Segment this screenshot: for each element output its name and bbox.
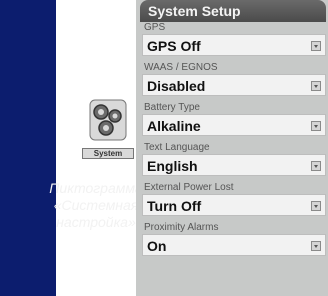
- setting-value: Alkaline: [147, 118, 201, 134]
- setting-waas-egnos: WAAS / EGNOS Disabled: [142, 62, 326, 96]
- setting-proximity-alarms: Proximity Alarms On: [142, 222, 326, 256]
- setting-value: GPS Off: [147, 38, 201, 54]
- setting-value: On: [147, 238, 167, 254]
- screen-title: System Setup: [140, 0, 326, 22]
- setting-value: Disabled: [147, 78, 206, 94]
- dropdown-arrow-icon[interactable]: [311, 81, 321, 91]
- setting-external-power-lost: External Power Lost Turn Off: [142, 182, 326, 216]
- dropdown-arrow-icon[interactable]: [311, 121, 321, 131]
- text-language-select[interactable]: English: [142, 154, 326, 176]
- dropdown-arrow-icon[interactable]: [311, 41, 321, 51]
- setting-label: External Power Lost: [144, 182, 234, 193]
- setting-label: Battery Type: [144, 102, 200, 113]
- setting-label: WAAS / EGNOS: [144, 62, 218, 73]
- setting-label: Text Language: [144, 142, 210, 153]
- setting-label: GPS: [144, 22, 166, 33]
- battery-type-select[interactable]: Alkaline: [142, 114, 326, 136]
- setting-gps: GPS GPS Off: [142, 22, 326, 56]
- system-icon-label: System: [82, 148, 134, 159]
- system-setup-screen: System Setup GPS GPS Off WAAS / EGNOS Di…: [136, 0, 328, 296]
- waas-egnos-select[interactable]: Disabled: [142, 74, 326, 96]
- setting-value: English: [147, 158, 198, 174]
- dropdown-arrow-icon[interactable]: [311, 161, 321, 171]
- setting-battery-type: Battery Type Alkaline: [142, 102, 326, 136]
- setting-text-language: Text Language English: [142, 142, 326, 176]
- proximity-alarms-select[interactable]: On: [142, 234, 326, 256]
- setting-label: Proximity Alarms: [144, 222, 219, 233]
- gps-select[interactable]: GPS Off: [142, 34, 326, 56]
- empty-area: [142, 268, 326, 296]
- dropdown-arrow-icon[interactable]: [311, 241, 321, 251]
- setting-value: Turn Off: [147, 198, 202, 214]
- dropdown-arrow-icon[interactable]: [311, 201, 321, 211]
- external-power-lost-select[interactable]: Turn Off: [142, 194, 326, 216]
